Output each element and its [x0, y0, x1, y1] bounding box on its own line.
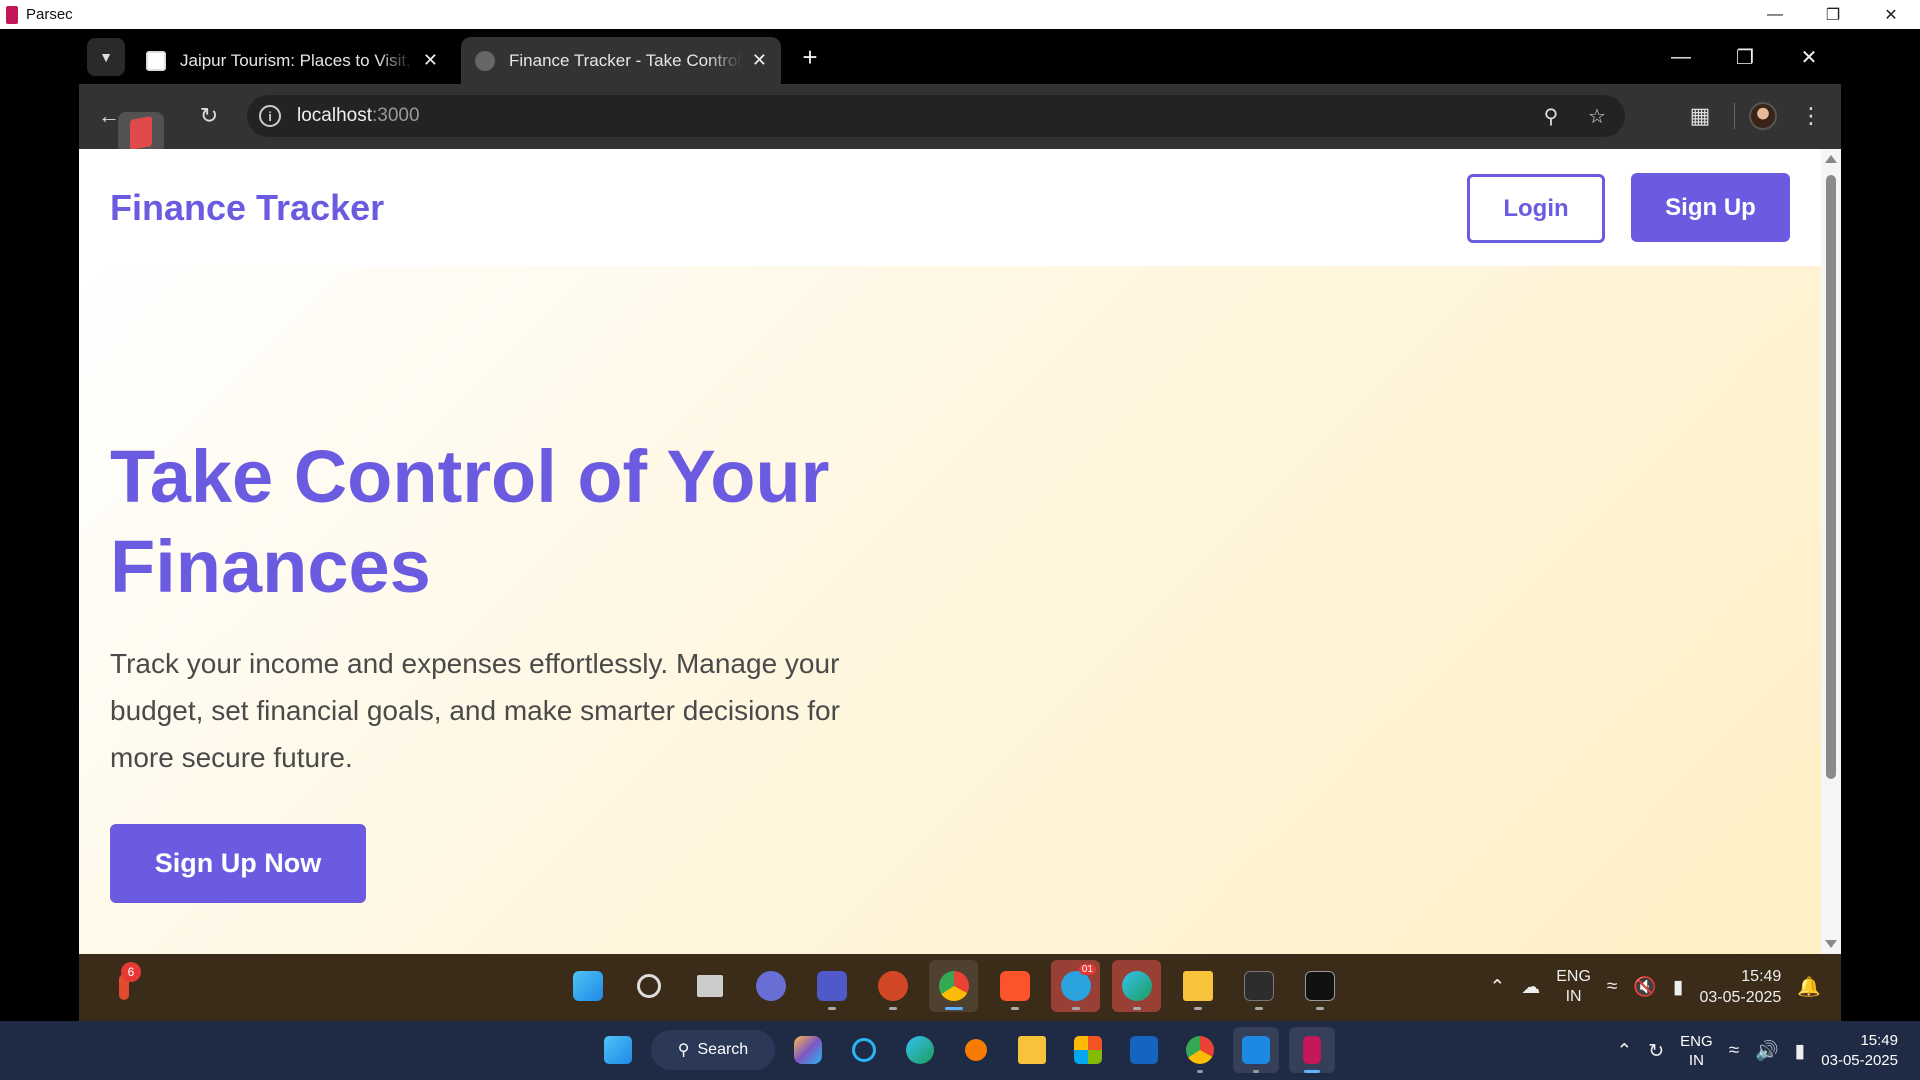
host-taskbar: ⚲ Search ⌃ ↻ ENG IN ≈ 🔊 ▮ 15:49 03-05-2025: [0, 1021, 1920, 1080]
cortana-icon[interactable]: [841, 1027, 887, 1073]
close-icon[interactable]: ✕: [1862, 0, 1920, 29]
site-info-icon[interactable]: i: [259, 105, 281, 127]
brave-icon[interactable]: [990, 960, 1039, 1012]
parsec-window-title: Parsec: [26, 6, 73, 23]
sync-icon[interactable]: ↻: [1648, 1040, 1664, 1063]
profile-avatar[interactable]: [1749, 102, 1777, 130]
minimize-icon[interactable]: —: [1746, 0, 1804, 29]
start-icon[interactable]: [595, 1027, 641, 1073]
login-button[interactable]: Login: [1467, 174, 1605, 243]
teams-icon[interactable]: [807, 960, 856, 1012]
host-system-tray: ⌃ ↻ ENG IN ≈ 🔊 ▮ 15:49 03-05-2025: [1616, 1029, 1898, 1073]
page-scrollbar[interactable]: [1821, 149, 1841, 954]
meet-icon[interactable]: [746, 960, 795, 1012]
notification-icon[interactable]: 🔔: [1797, 975, 1821, 999]
file-explorer-icon[interactable]: [1009, 1027, 1055, 1073]
copilot-icon[interactable]: [785, 1027, 831, 1073]
parsec-icon[interactable]: [1289, 1027, 1335, 1073]
page-viewport: Finance Tracker Login Sign Up Take Contr…: [79, 149, 1841, 954]
battery-icon[interactable]: ▮: [1795, 1040, 1805, 1063]
parsec-overlay-icon[interactable]: [118, 112, 164, 154]
terminal-icon[interactable]: [1234, 960, 1283, 1012]
restore-icon[interactable]: ❐: [1804, 0, 1862, 29]
clock[interactable]: 15:49 03-05-2025: [1699, 966, 1781, 1008]
tab-title: Jaipur Tourism: Places to Visit, S: [180, 50, 413, 70]
language-indicator[interactable]: ENG IN: [1680, 1032, 1713, 1070]
address-bar[interactable]: i localhost:3000 ⚲ ☆: [247, 95, 1625, 137]
parsec-logo-icon: [6, 5, 18, 24]
telegram-badge: 01: [1078, 964, 1096, 975]
store-icon[interactable]: [1065, 1027, 1111, 1073]
volume-icon[interactable]: 🔊: [1755, 1039, 1779, 1063]
language-indicator[interactable]: ENG IN: [1556, 967, 1591, 1007]
hero-title: Take Control of Your Finances: [110, 435, 830, 608]
browser-tab-strip: ▼ Jaipur Tourism: Places to Visit, S ✕ F…: [79, 29, 1841, 84]
browser-toolbar: ← ↻ i localhost:3000 ⚲ ☆ ▦ ⋮: [79, 84, 1841, 149]
zoom-icon[interactable]: ⚲: [1531, 96, 1571, 136]
wifi-icon[interactable]: ≈: [1607, 976, 1617, 998]
signup-button[interactable]: Sign Up: [1631, 173, 1790, 242]
site-favicon-icon: [146, 50, 166, 71]
search-icon[interactable]: [624, 960, 673, 1012]
chevron-up-icon[interactable]: ⌃: [1616, 1040, 1632, 1063]
tab-close-icon[interactable]: ✕: [752, 50, 767, 71]
edge-icon[interactable]: [1112, 960, 1161, 1012]
parsec-window-controls: — ❐ ✕: [1746, 0, 1920, 29]
tab-jaipur-tourism[interactable]: Jaipur Tourism: Places to Visit, S ✕: [132, 37, 452, 84]
search-tool-icon[interactable]: [953, 1027, 999, 1073]
tab-search-button[interactable]: ▼: [87, 38, 125, 76]
remote-taskbar: 6 01 ⌃ ☁ ENG IN ≈ 🔇 ▮ 15:49 03-05-2025 🔔: [79, 954, 1841, 1021]
close-icon[interactable]: ✕: [1777, 37, 1841, 77]
host-taskbar-apps: ⚲ Search: [595, 1027, 1335, 1073]
scroll-up-icon[interactable]: [1825, 155, 1837, 163]
restore-icon[interactable]: ❐: [1713, 37, 1777, 77]
powerpoint-icon[interactable]: [868, 960, 917, 1012]
tab-close-icon[interactable]: ✕: [423, 50, 438, 71]
bookmark-star-icon[interactable]: ☆: [1577, 96, 1617, 136]
remote-taskbar-apps: 01: [563, 960, 1344, 1012]
edge-icon[interactable]: [897, 1027, 943, 1073]
scrollbar-thumb[interactable]: [1826, 175, 1836, 779]
search-icon: ⚲: [677, 1042, 690, 1059]
site-header: Finance Tracker Login Sign Up: [79, 149, 1821, 266]
hero-description: Track your income and expenses effortles…: [110, 648, 840, 773]
more-menu-icon[interactable]: ⋮: [1791, 96, 1831, 136]
chrome-icon[interactable]: [929, 960, 978, 1012]
task-view-icon[interactable]: [685, 960, 734, 1012]
battery-icon[interactable]: ▮: [1673, 976, 1683, 999]
parsec-title-bar: Parsec — ❐ ✕: [0, 0, 1920, 29]
scroll-down-icon[interactable]: [1825, 940, 1837, 948]
minimize-icon[interactable]: —: [1649, 37, 1713, 77]
search-box[interactable]: ⚲ Search: [651, 1030, 775, 1070]
weather-badge: 6: [121, 962, 141, 982]
clock[interactable]: 15:49 03-05-2025: [1821, 1031, 1898, 1071]
onedrive-icon[interactable]: ☁: [1521, 976, 1540, 999]
url-text: localhost:3000: [297, 105, 420, 126]
volume-muted-icon[interactable]: 🔇: [1633, 975, 1657, 999]
chevron-up-icon[interactable]: ⌃: [1489, 976, 1505, 999]
hero-section: Take Control of Your Finances Track your…: [79, 266, 1821, 954]
tab-title: Finance Tracker - Take Control c: [509, 50, 742, 70]
globe-icon: [475, 50, 495, 71]
new-tab-button[interactable]: +: [794, 41, 826, 73]
tab-finance-tracker[interactable]: Finance Tracker - Take Control c ✕: [461, 37, 781, 84]
file-explorer-icon[interactable]: [1173, 960, 1222, 1012]
telegram-icon[interactable]: 01: [1051, 960, 1100, 1012]
signup-now-button[interactable]: Sign Up Now: [110, 824, 366, 903]
search-label: Search: [697, 1041, 749, 1058]
toolbar-divider: [1734, 103, 1735, 129]
remote-system-tray: ⌃ ☁ ENG IN ≈ 🔇 ▮ 15:49 03-05-2025 🔔: [1489, 960, 1821, 1014]
app-box-icon[interactable]: [1295, 960, 1344, 1012]
vscode-icon[interactable]: [1233, 1027, 1279, 1073]
browser-window-controls: — ❐ ✕: [1649, 37, 1841, 77]
extensions-puzzle-icon[interactable]: ▦: [1680, 96, 1720, 136]
freeform-app-icon[interactable]: [1121, 1027, 1167, 1073]
chrome-icon[interactable]: [1177, 1027, 1223, 1073]
site-brand[interactable]: Finance Tracker: [110, 187, 384, 229]
wifi-icon[interactable]: ≈: [1729, 1040, 1739, 1062]
start-icon[interactable]: [563, 960, 612, 1012]
reload-icon[interactable]: ↻: [189, 96, 229, 136]
